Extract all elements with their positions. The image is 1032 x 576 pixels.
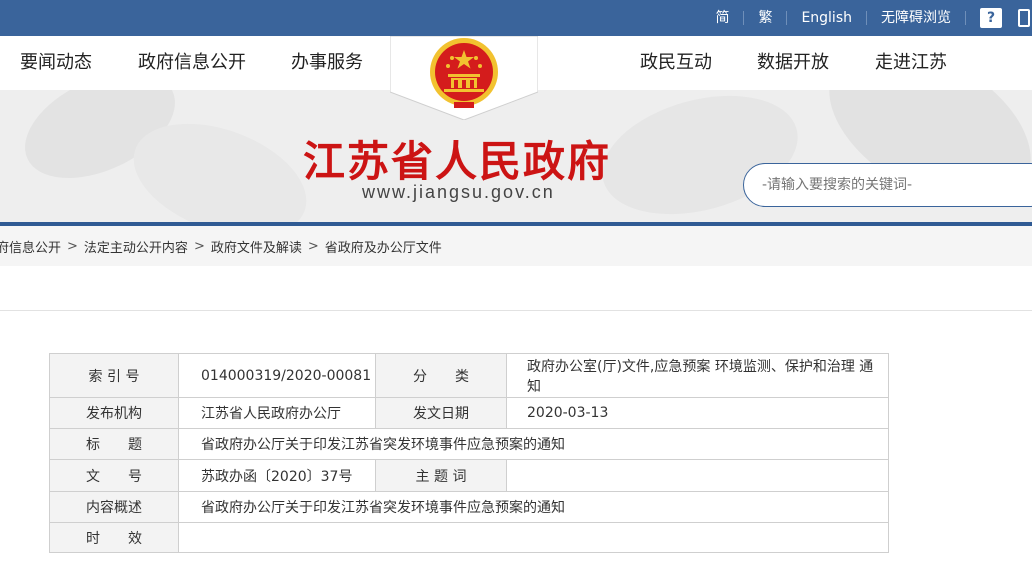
top-bar: 简 繁 English 无障碍浏览 ?: [0, 0, 1032, 36]
date-value: 2020-03-13: [506, 397, 889, 429]
table-row: 内容概述 省政府办公厅关于印发江苏省突发环境事件应急预案的通知: [49, 491, 889, 523]
content-divider: [0, 310, 1032, 311]
table-row: 发布机构 江苏省人民政府办公厅 发文日期 2020-03-13: [49, 397, 889, 429]
nav-gov-info[interactable]: 政府信息公开: [138, 36, 246, 90]
top-links: 简 繁 English 无障碍浏览 ?: [701, 0, 1032, 36]
breadcrumb-statutory[interactable]: 法定主动公开内容: [84, 237, 188, 256]
table-row: 标 题 省政府办公厅关于印发江苏省突发环境事件应急预案的通知: [49, 428, 889, 460]
category-label: 分 类: [375, 353, 507, 398]
docno-label: 文 号: [49, 459, 179, 492]
site-title: 江苏省人民政府: [303, 137, 612, 186]
category-value: 政府办公室(厅)文件,应急预案 环境监测、保护和治理 通知: [506, 353, 889, 398]
help-question-icon[interactable]: ?: [980, 8, 1002, 28]
issuer-label: 发布机构: [49, 397, 179, 429]
table-row: 时 效: [49, 522, 889, 553]
validity-label: 时 效: [49, 522, 179, 553]
nav-open-data[interactable]: 数据开放: [757, 36, 829, 90]
breadcrumb-docs[interactable]: 政府文件及解读: [211, 237, 302, 256]
nav-interaction[interactable]: 政民互动: [640, 36, 712, 90]
breadcrumb-separator: >: [193, 238, 205, 254]
title-value: 省政府办公厅关于印发江苏省突发环境事件应急预案的通知: [178, 428, 889, 460]
docno-value: 苏政办函〔2020〕37号: [178, 459, 376, 492]
validity-value: [178, 522, 889, 553]
subject-label: 主 题 词: [375, 459, 507, 492]
national-emblem-icon[interactable]: [390, 36, 538, 120]
search-input[interactable]: [743, 163, 1032, 207]
date-label: 发文日期: [375, 397, 507, 429]
mobile-phone-icon[interactable]: [1018, 9, 1030, 27]
accessibility-link[interactable]: 无障碍浏览: [867, 11, 966, 25]
site-url: www.jiangsu.gov.cn: [362, 182, 555, 202]
nav-about-jiangsu[interactable]: 走进江苏: [875, 36, 947, 90]
table-row: 索 引 号 014000319/2020-00081 分 类 政府办公室(厅)文…: [49, 353, 889, 398]
english-link[interactable]: English: [787, 11, 867, 25]
document-metadata-table: 索 引 号 014000319/2020-00081 分 类 政府办公室(厅)文…: [49, 353, 889, 553]
traditional-chinese-link[interactable]: 繁: [744, 11, 788, 25]
issuer-value: 江苏省人民政府办公厅: [178, 397, 376, 429]
summary-label: 内容概述: [49, 491, 179, 523]
index-label: 索 引 号: [49, 353, 179, 398]
nav-news[interactable]: 要闻动态: [20, 36, 92, 90]
table-row: 文 号 苏政办函〔2020〕37号 主 题 词: [49, 459, 889, 492]
breadcrumb: 府信息公开 > 法定主动公开内容 > 政府文件及解读 > 省政府及办公厅文件: [0, 226, 1032, 266]
breadcrumb-gov-info[interactable]: 府信息公开: [0, 237, 61, 256]
title-label: 标 题: [49, 428, 179, 460]
subject-value: [506, 459, 889, 492]
summary-value: 省政府办公厅关于印发江苏省突发环境事件应急预案的通知: [178, 491, 889, 523]
breadcrumb-provincial-docs[interactable]: 省政府及办公厅文件: [325, 237, 442, 256]
breadcrumb-separator: >: [67, 238, 78, 254]
simplified-chinese-link[interactable]: 简: [701, 11, 745, 25]
index-value: 014000319/2020-00081: [178, 353, 376, 398]
nav-services[interactable]: 办事服务: [291, 36, 363, 90]
breadcrumb-separator: >: [307, 238, 319, 254]
